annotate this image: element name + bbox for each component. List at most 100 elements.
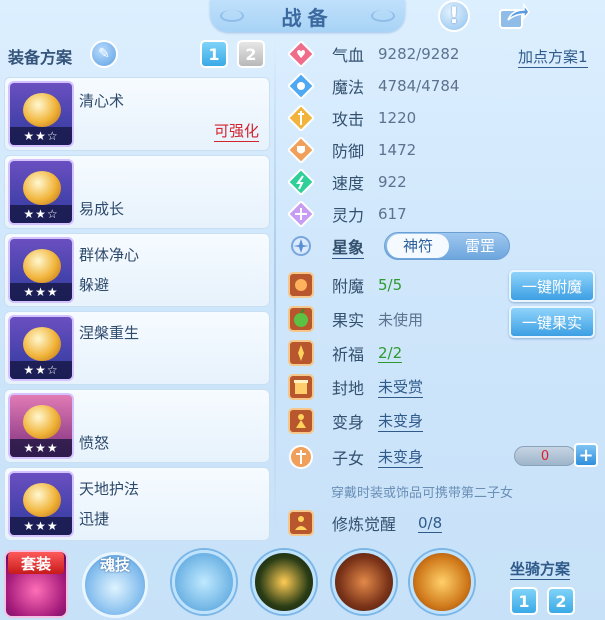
skill-list: ★★☆ 清心术 可强化 ★★☆ 易成长 ★★★ 群体净心 躲避 ★★☆ 涅槃重生… — [4, 77, 270, 545]
skill-stars: ★★★ — [10, 283, 72, 301]
skill-card-4[interactable]: ★★☆ 涅槃重生 — [4, 311, 270, 385]
stat-row-speed: 速度 922 — [288, 168, 407, 196]
stat-value: 4784/4784 — [378, 77, 460, 95]
enhance-label: 变身 — [332, 413, 365, 432]
astro-toggle[interactable]: 神符 雷罡 — [384, 232, 510, 260]
mana-icon — [288, 73, 314, 99]
enhance-row-transform: 变身 未变身 — [288, 407, 424, 435]
child-icon — [288, 444, 314, 470]
enhance-row-child: 子女 未变身 — [288, 443, 424, 471]
info-mark: ! — [448, 3, 460, 29]
skill-card-3[interactable]: ★★★ 群体净心 躲避 — [4, 233, 270, 307]
skill-card-5[interactable]: ★★★ 愤怒 — [4, 389, 270, 463]
share-icon[interactable] — [498, 0, 530, 32]
skill-tag-upgradable[interactable]: 可强化 — [213, 120, 259, 142]
skill-sub: 愤怒 — [79, 434, 110, 452]
enhance-value: 未使用 — [378, 310, 424, 329]
attack-icon — [288, 105, 314, 131]
stat-value: 922 — [378, 173, 407, 191]
skill-card-1[interactable]: ★★☆ 清心术 可强化 — [4, 77, 270, 151]
stat-row-hp: ♥ 气血 9282/9282 — [288, 40, 459, 68]
equip-plan-tab-1[interactable]: 1 — [200, 40, 228, 68]
enhance-label: 封地 — [332, 379, 365, 398]
cultivation-icon — [288, 510, 314, 536]
equip-plan-tab-2[interactable]: 2 — [237, 40, 265, 68]
page-title: 战备 — [281, 5, 334, 30]
child-add-button[interactable]: + — [574, 443, 598, 467]
enhance-value[interactable]: 未变身 — [378, 446, 424, 468]
stat-label: 气血 — [332, 46, 365, 65]
skill-icon: ★★★ — [8, 471, 74, 537]
fruit-icon — [288, 306, 314, 332]
stat-row-mp: 魔法 4784/4784 — [288, 72, 459, 100]
skill-sub: 迅捷 — [79, 510, 110, 528]
enhance-value: 5/5 — [378, 276, 403, 294]
heart-icon: ♥ — [288, 41, 314, 67]
skill-stars: ★★☆ — [10, 205, 72, 223]
skill-stars: ★★☆ — [10, 127, 72, 145]
skill-card-2[interactable]: ★★☆ 易成长 — [4, 155, 270, 229]
enhance-row-enchant: 附魔 5/5 — [288, 271, 402, 299]
skill-name: 涅槃重生 — [79, 324, 140, 342]
enchant-icon — [288, 272, 314, 298]
stat-label: 魔法 — [332, 78, 365, 97]
spirit-icon — [288, 201, 314, 227]
stat-row-spirit: 灵力 617 — [288, 200, 407, 228]
star-compass-icon — [288, 233, 314, 259]
skill-stars: ★★★ — [10, 517, 72, 535]
enhance-row-fruit: 果实 未使用 — [288, 305, 423, 333]
skill-icon: ★★☆ — [8, 315, 74, 381]
skill-icon: ★★☆ — [8, 159, 74, 225]
enhance-label: 附魔 — [332, 277, 365, 296]
child-hint-text: 穿戴时装或饰品可携带第二子女 — [331, 486, 514, 501]
defense-icon — [288, 137, 314, 163]
enhance-value[interactable]: 未变身 — [378, 410, 424, 432]
stat-value: 9282/9282 — [378, 45, 460, 63]
speed-icon — [288, 169, 314, 195]
skill-stars: ★★★ — [10, 439, 72, 457]
astro-row: 星象 — [288, 232, 365, 260]
skill-icon: ★★★ — [8, 237, 74, 303]
pet-slot-1[interactable] — [172, 550, 236, 614]
skill-sub: 躲避 — [79, 276, 110, 294]
stat-label: 防御 — [332, 142, 365, 161]
mount-plan-tab-1[interactable]: 1 — [510, 587, 538, 615]
stat-label: 灵力 — [332, 206, 365, 225]
skill-card-6[interactable]: ★★★ 天地护法 迅捷 — [4, 467, 270, 541]
pet-slot-2[interactable] — [252, 550, 316, 614]
enhance-label: 子女 — [332, 449, 365, 468]
suit-label: 套装 — [8, 552, 64, 574]
info-icon[interactable]: ! — [438, 0, 470, 32]
add-point-plan-link[interactable]: 加点方案1 — [518, 46, 588, 68]
svg-text:♥: ♥ — [296, 48, 306, 61]
pet-slot-3[interactable] — [332, 550, 396, 614]
bless-icon — [288, 340, 314, 366]
stat-value: 1220 — [378, 109, 417, 127]
mount-plan-label[interactable]: 坐骑方案 — [510, 558, 571, 580]
enhance-value[interactable]: 未受赏 — [378, 376, 424, 398]
edit-icon[interactable]: ✎ — [90, 40, 118, 68]
stat-value: 617 — [378, 205, 407, 223]
skill-stars: ★★☆ — [10, 361, 72, 379]
divider — [274, 38, 276, 538]
skill-icon: ★★★ — [8, 393, 74, 459]
astro-option-leigang[interactable]: 雷罡 — [451, 233, 509, 259]
cultivation-label: 修炼觉醒 — [332, 515, 397, 534]
skill-name: 清心术 — [79, 92, 125, 110]
astro-label[interactable]: 星象 — [332, 234, 365, 259]
skill-icon: ★★☆ — [8, 81, 74, 147]
enhance-value[interactable]: 2/2 — [378, 344, 403, 363]
skill-name: 群体净心 — [79, 246, 140, 264]
title-bar: 战备 — [210, 0, 405, 32]
astro-option-shenfu[interactable]: 神符 — [387, 234, 449, 258]
cultivation-value[interactable]: 0/8 — [418, 514, 443, 533]
stat-value: 1472 — [378, 141, 417, 159]
pet-slot-4[interactable] — [410, 550, 474, 614]
mount-plan-tab-2[interactable]: 2 — [547, 587, 575, 615]
one-key-enchant-button[interactable]: 一键附魔 — [509, 270, 595, 302]
enhance-label: 祈福 — [332, 345, 365, 364]
equip-plan-label: 装备方案 — [8, 48, 73, 67]
stat-label: 速度 — [332, 174, 365, 193]
child-count-field: 0 — [514, 446, 576, 466]
one-key-fruit-button[interactable]: 一键果实 — [509, 306, 595, 338]
